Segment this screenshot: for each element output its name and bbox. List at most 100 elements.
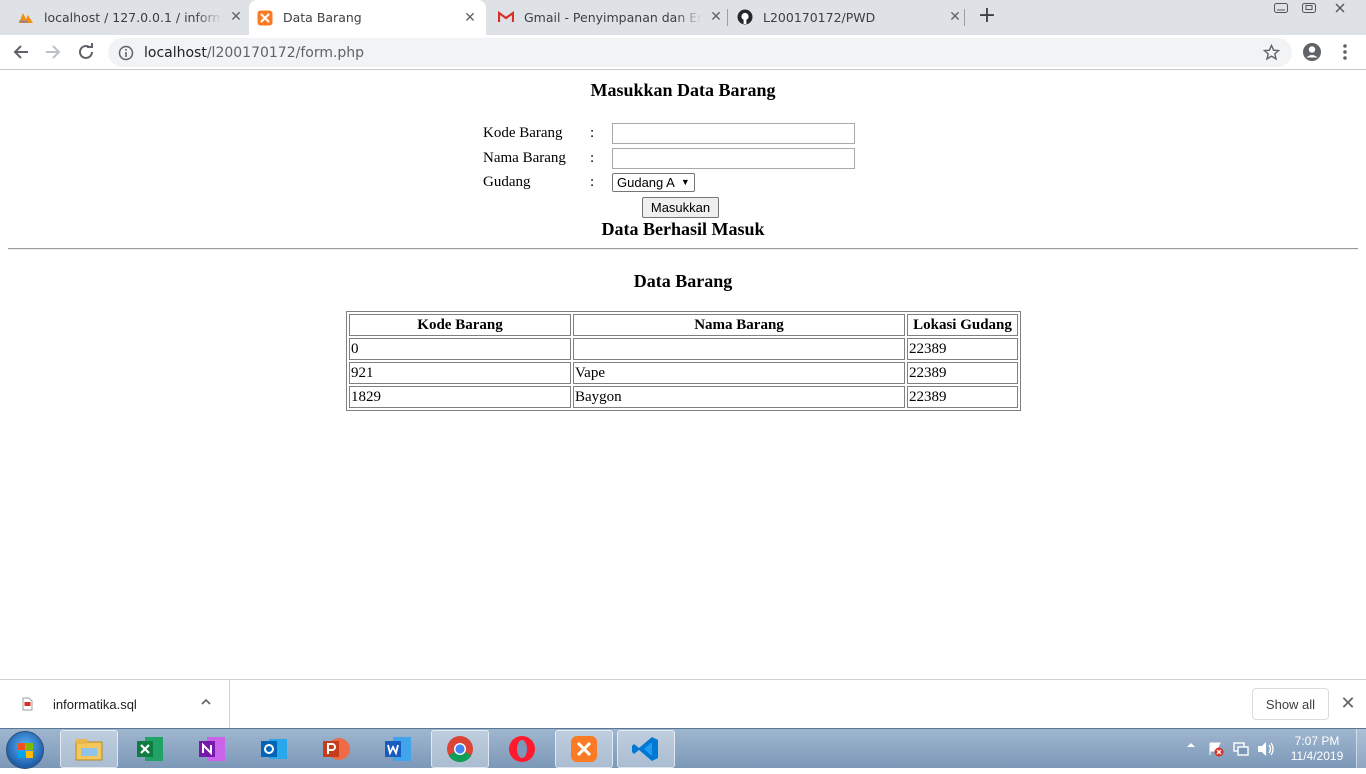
table-row: 921 Vape 22389 [349, 362, 1018, 384]
chevron-up-icon[interactable] [200, 696, 212, 708]
new-tab-button[interactable]: + [976, 5, 998, 28]
back-button[interactable] [9, 40, 33, 64]
table-heading: Data Barang [633, 271, 733, 291]
bookmark-star-icon[interactable] [1263, 44, 1280, 61]
table-row: 1829 Baygon 22389 [349, 386, 1018, 408]
excel-icon [137, 737, 163, 761]
kode-barang-input[interactable] [612, 122, 855, 144]
svg-text:PMA: PMA [19, 19, 28, 24]
close-icon[interactable]: ✕ [947, 9, 963, 25]
windows-taskbar: 7:07 PM 11/4/2019 [0, 728, 1366, 769]
column-header-kode: Kode Barang [349, 314, 571, 336]
chrome-icon [447, 736, 473, 763]
colon: : [590, 124, 595, 141]
clock-date: 11/4/2019 [1290, 749, 1344, 763]
close-icon[interactable]: ✕ [462, 10, 478, 26]
tab-strip: PMA localhost / 127.0.0.1 / informatika … [0, 0, 1366, 35]
column-header-nama: Nama Barang [573, 314, 905, 336]
taskbar-xampp[interactable] [555, 730, 613, 768]
cell-kode: 921 [349, 362, 571, 384]
tab-github[interactable]: L200170172/PWD ✕ [737, 0, 963, 34]
taskbar-excel[interactable] [121, 730, 179, 768]
xampp-icon [571, 736, 597, 762]
maximize-button[interactable] [1296, 0, 1322, 16]
minimize-button[interactable] [1268, 0, 1294, 16]
start-button[interactable] [6, 731, 44, 769]
url-text: localhost/l200170172/form.php [144, 45, 364, 61]
nama-barang-input[interactable] [612, 147, 855, 169]
vscode-icon [632, 737, 658, 761]
taskbar-onenote[interactable] [183, 730, 241, 768]
cell-kode: 1829 [349, 386, 571, 408]
gudang-label: Gudang [483, 173, 531, 190]
powerpoint-icon [323, 738, 350, 760]
page-content: Masukkan Data Barang Kode Barang : Nama … [0, 71, 1366, 679]
cell-lokasi: 22389 [907, 362, 1018, 384]
success-message: Data Berhasil Masuk [601, 219, 765, 239]
masukkan-button[interactable]: Masukkan [642, 197, 719, 218]
cell-kode: 0 [349, 338, 571, 360]
tray-show-hidden-icon[interactable] [1186, 739, 1196, 753]
colon: : [590, 173, 595, 190]
info-icon[interactable] [118, 45, 134, 61]
github-icon [737, 9, 753, 25]
tab-data-barang[interactable]: Data Barang ✕ [249, 0, 486, 35]
gmail-icon [498, 9, 514, 25]
tray-action-center-icon[interactable] [1208, 741, 1224, 760]
form-heading: Masukkan Data Barang [590, 80, 776, 100]
reload-button[interactable] [74, 40, 98, 64]
menu-kebab-icon[interactable] [1333, 40, 1357, 64]
windows-logo-icon [18, 743, 33, 758]
taskbar-chrome[interactable] [431, 730, 489, 768]
dropdown-arrow-icon: ▼ [680, 177, 690, 187]
taskbar-outlook[interactable] [245, 730, 303, 768]
xampp-icon [257, 10, 273, 26]
url-path: /l200170172/form.php [206, 44, 365, 61]
outlook-icon [261, 739, 287, 759]
profile-avatar-icon[interactable] [1300, 40, 1324, 64]
taskbar-opera[interactable] [493, 730, 551, 768]
clock-time: 7:07 PM [1294, 734, 1340, 748]
tray-volume-icon[interactable] [1257, 741, 1275, 760]
table-header-row: Kode Barang Nama Barang Lokasi Gudang [349, 314, 1018, 336]
tab-title: Data Barang [283, 10, 362, 25]
taskbar-vscode[interactable] [617, 730, 675, 768]
download-item[interactable]: informatika.sql [0, 680, 230, 728]
close-icon[interactable]: ✕ [708, 9, 724, 25]
row-gudang: Gudang : Gudang A ▼ [483, 171, 695, 193]
cell-nama: Vape [573, 362, 905, 384]
address-bar[interactable]: localhost/l200170172/form.php [108, 38, 1292, 67]
colon: : [590, 149, 595, 166]
show-all-button[interactable]: Show all [1252, 688, 1329, 720]
table-row: 0 22389 [349, 338, 1018, 360]
column-header-lokasi: Lokasi Gudang [907, 314, 1018, 336]
taskbar-file-explorer[interactable] [60, 730, 118, 768]
row-kode-barang: Kode Barang : [483, 122, 855, 144]
tray-network-icon[interactable] [1233, 741, 1249, 760]
cell-nama [573, 338, 905, 360]
download-file-name: informatika.sql [53, 696, 137, 712]
tab-gmail[interactable]: Gmail - Penyimpanan dan Email G ✕ [498, 0, 724, 34]
gudang-selected-value: Gudang A [617, 174, 675, 190]
file-icon [22, 697, 33, 711]
horizontal-rule [8, 248, 1358, 250]
show-desktop-button[interactable] [1356, 729, 1366, 769]
row-nama-barang: Nama Barang : [483, 147, 855, 169]
close-window-button[interactable] [1327, 0, 1353, 16]
tab-phpmyadmin[interactable]: PMA localhost / 127.0.0.1 / informatika … [18, 0, 244, 34]
close-icon[interactable]: ✕ [1338, 694, 1358, 714]
file-explorer-icon [75, 739, 103, 761]
url-host: localhost [144, 44, 207, 61]
data-barang-table: Kode Barang Nama Barang Lokasi Gudang 0 … [346, 311, 1021, 411]
gudang-select[interactable]: Gudang A ▼ [612, 172, 695, 192]
onenote-icon [199, 737, 225, 761]
cell-nama: Baygon [573, 386, 905, 408]
taskbar-word[interactable] [369, 730, 427, 768]
cell-lokasi: 22389 [907, 386, 1018, 408]
taskbar-clock[interactable]: 7:07 PM 11/4/2019 [1282, 734, 1352, 764]
taskbar-powerpoint[interactable] [307, 730, 365, 768]
forward-button[interactable] [41, 40, 65, 64]
close-icon[interactable]: ✕ [228, 9, 244, 25]
tab-title: L200170172/PWD [763, 9, 876, 25]
cell-lokasi: 22389 [907, 338, 1018, 360]
